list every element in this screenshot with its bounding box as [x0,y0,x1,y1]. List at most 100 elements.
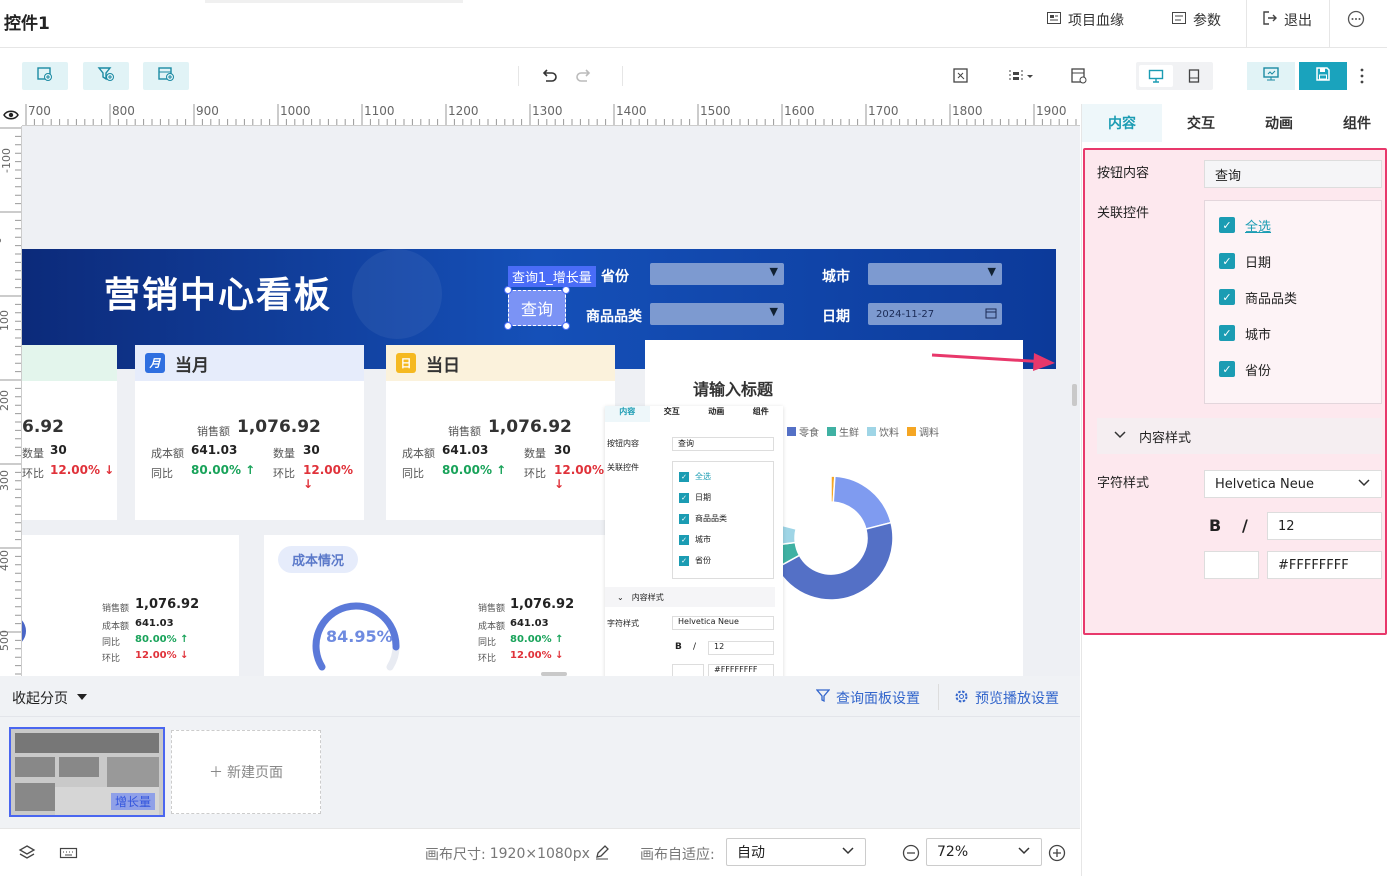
zoom-out-icon[interactable] [902,844,920,866]
save-button[interactable] [1299,62,1347,90]
resize-handle[interactable] [504,286,512,294]
mini-italic[interactable]: / [693,642,696,652]
mobile-icon[interactable] [1180,65,1208,87]
adapt-select[interactable]: 自动 [726,838,866,866]
filter-date-input[interactable]: 2024-11-27 [868,303,1002,325]
collapse-pages-button[interactable]: 收起分页 [12,688,88,708]
preview-button[interactable] [1247,62,1295,90]
more-vertical-icon[interactable] [1357,66,1367,90]
checkbox-checked-icon[interactable]: ✓ [679,471,689,482]
zoom-select[interactable]: 72% [926,838,1042,866]
preview-settings-link[interactable]: 预览播放设置 [954,688,1059,708]
mini-color[interactable]: #FFFFFFFF [708,664,774,676]
add-component-button[interactable] [22,62,68,90]
filter-province-select[interactable]: ▼ [650,263,784,285]
checkbox-checked-icon[interactable]: ✓ [679,492,689,503]
tab-animation[interactable]: 动画 [1240,104,1318,142]
bold-button[interactable]: B [1209,516,1221,535]
mini-bold[interactable]: B [675,642,682,652]
zoom-value: 72% [937,844,969,860]
mini-check-item[interactable]: ✓ 日期 [679,487,767,508]
mini-tab[interactable]: 动画 [694,406,739,422]
cost-label: 成本额 [151,447,184,460]
canvas[interactable]: 营销中心看板 查询1_增长量 查询 省份 ▼ 城市 ▼ 商品品类 ▼ 日期 20… [22,126,1080,676]
add-table-button[interactable] [143,62,189,90]
keyboard-icon[interactable] [59,845,79,865]
mini-color-swatch[interactable] [672,664,704,676]
day-icon: 日 [396,353,416,373]
mini-check-item[interactable]: ✓ 商品品类 [679,508,767,529]
linked-control-item[interactable]: ✓ 城市 [1219,315,1367,351]
linked-control-item[interactable]: ✓ 全选 [1219,207,1367,243]
query-button[interactable]: 查询 [508,290,566,326]
button-content-input[interactable]: 查询 [1204,160,1382,188]
layers-icon[interactable] [18,844,36,866]
checkbox-checked-icon[interactable]: ✓ [679,555,689,566]
resize-handle[interactable] [562,322,570,330]
exit-button[interactable]: 退出 [1262,9,1312,31]
dashboard-title: 营销中心看板 [104,275,333,316]
zoom-in-icon[interactable] [1048,844,1066,866]
mini-check-item[interactable]: ✓ 全选 [679,466,767,487]
mini-input[interactable]: 查询 [672,437,774,451]
filter-category-select[interactable]: ▼ [650,303,784,325]
align-dropdown-icon[interactable] [1006,65,1036,87]
linked-control-item[interactable]: ✓ 日期 [1219,243,1367,279]
v-scrollbar[interactable] [1072,384,1077,406]
checkbox-checked-icon[interactable]: ✓ [679,513,689,524]
resize-handle[interactable] [562,286,570,294]
query-panel-settings-link[interactable]: 查询面板设置 [815,688,920,708]
ruler-label: 1400 [616,104,647,118]
page-settings-icon[interactable] [1068,65,1090,87]
eye-icon[interactable] [0,104,22,126]
legend-label: 饮料 [879,428,899,439]
mini-check-list: ✓ 全选 ✓ 日期 ✓ 商品品类 ✓ 城市 ✓ 省份 [672,461,774,579]
font-family-select[interactable]: Helvetica Neue [1204,470,1382,498]
add-filter-button[interactable] [83,62,129,90]
tab-content[interactable]: 内容 [1082,104,1162,142]
filter-city-select[interactable]: ▼ [868,263,1002,285]
sales-label: 销售额 [197,425,230,438]
tb-value: 80.00% ↑ [135,634,189,645]
checkbox-checked-icon[interactable]: ✓ [1219,289,1235,305]
desktop-icon[interactable] [1139,65,1173,87]
params-button[interactable]: 参数 [1171,9,1221,31]
mini-tab[interactable]: 组件 [739,406,784,422]
checkbox-checked-icon[interactable]: ✓ [679,534,689,545]
filter-province-label: 省份 [601,269,629,285]
mini-select[interactable]: Helvetica Neue [672,616,774,630]
hb-value: 12.00% ↓ [303,463,353,491]
mini-check-item[interactable]: ✓ 城市 [679,529,767,550]
theme-icon[interactable] [950,65,972,87]
edit-pencil-icon[interactable] [594,844,610,864]
linked-control-item[interactable]: ✓ 省份 [1219,351,1367,387]
checkbox-checked-icon[interactable]: ✓ [1219,361,1235,377]
tab-interaction[interactable]: 交互 [1162,104,1240,142]
content-style-section[interactable]: 内容样式 [1097,418,1382,454]
more-circle-icon[interactable] [1347,10,1365,32]
color-input[interactable]: #FFFFFFFF [1267,551,1382,579]
chevron-down-icon [841,844,855,860]
checkbox-checked-icon[interactable]: ✓ [1219,217,1235,233]
resize-handle[interactable] [504,322,512,330]
undo-icon[interactable] [538,65,560,87]
mini-tab[interactable]: 内容 [605,406,650,422]
qty-value: 30 [554,443,571,457]
checkbox-checked-icon[interactable]: ✓ [1219,325,1235,341]
mini-check-item[interactable]: ✓ 省份 [679,550,767,571]
mini-size[interactable]: 12 [708,641,774,655]
font-size-input[interactable]: 12 [1267,512,1382,540]
tab-component[interactable]: 组件 [1318,104,1387,142]
checkbox-checked-icon[interactable]: ✓ [1219,253,1235,269]
sales-value: 1,076.92 [135,597,200,612]
redo-icon[interactable] [573,65,595,87]
new-page-button[interactable]: ＋ 新建页面 [171,730,321,814]
lineage-button[interactable]: 项目血缘 [1046,9,1124,31]
mini-tab[interactable]: 交互 [650,406,695,422]
italic-button[interactable]: / [1242,516,1248,535]
mini-style-section[interactable]: ⌄ 内容样式 [605,587,775,607]
save-icon [1315,66,1331,86]
color-swatch[interactable] [1204,551,1259,579]
page-thumbnail[interactable]: 增长量 [9,727,165,817]
linked-control-item[interactable]: ✓ 商品品类 [1219,279,1367,315]
